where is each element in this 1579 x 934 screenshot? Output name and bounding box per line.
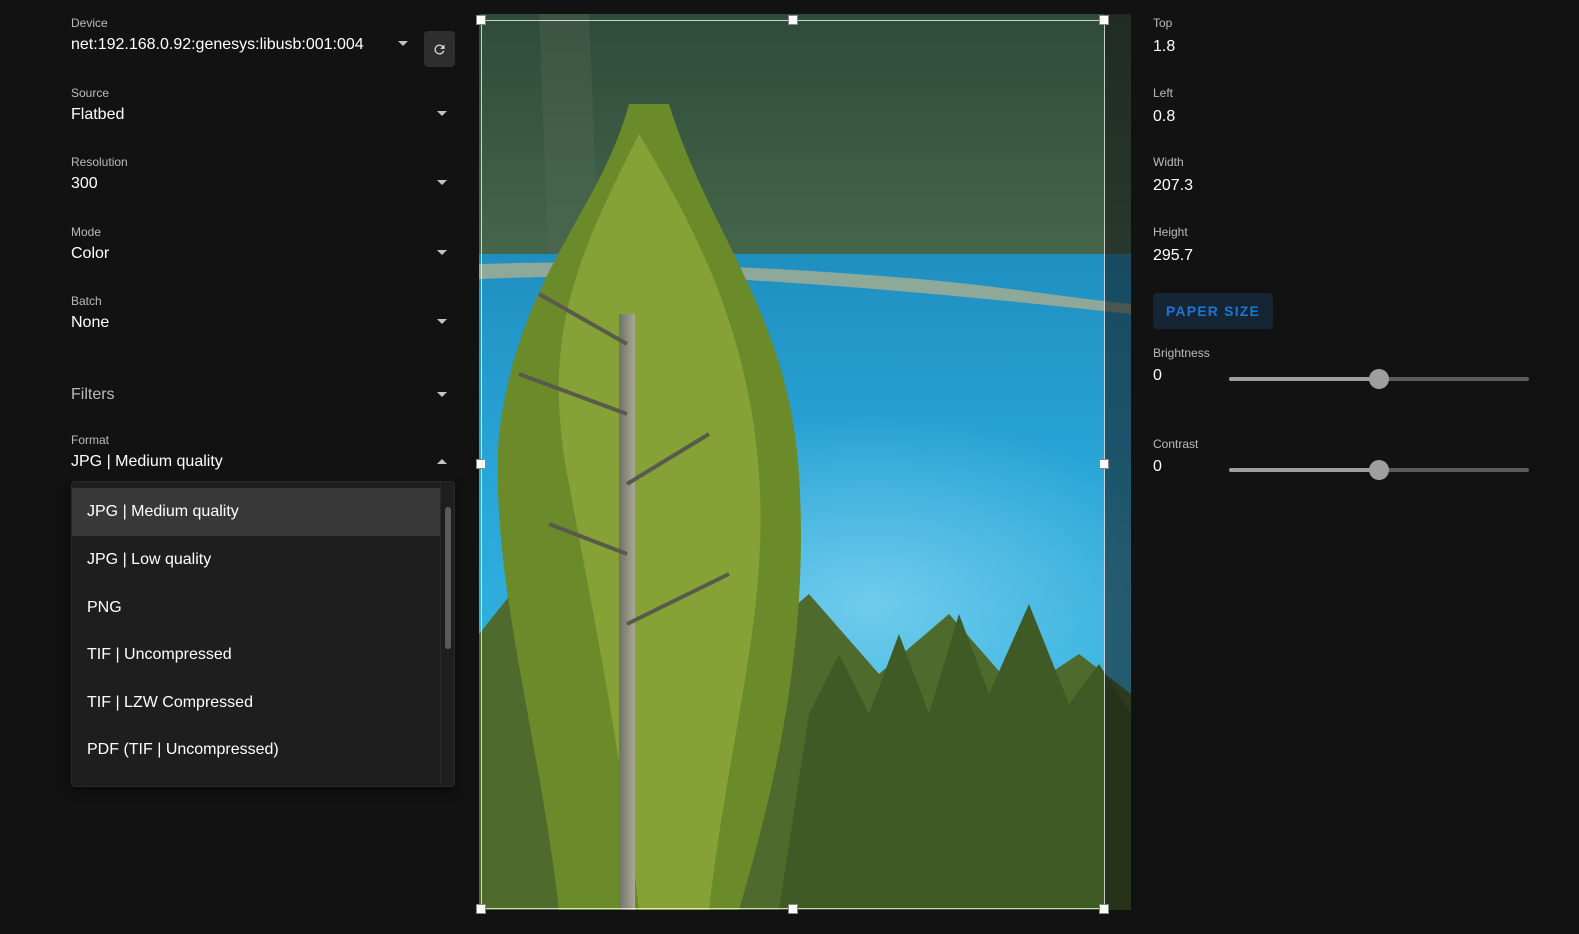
contrast-value: 0: [1153, 458, 1162, 475]
height-field[interactable]: Height 295.7: [1153, 225, 1193, 265]
contrast-thumb[interactable]: [1369, 460, 1389, 480]
crop-handle[interactable]: [476, 15, 486, 25]
device-label: Device: [71, 16, 108, 30]
batch-value: None: [71, 314, 110, 331]
device-select[interactable]: Device net:192.168.0.92:genesys:libusb:0…: [71, 16, 411, 53]
crop-handle[interactable]: [476, 904, 486, 914]
menu-scrollbar[interactable]: [440, 482, 454, 786]
caret-down-icon: [437, 392, 447, 397]
contrast-slider[interactable]: Contrast 0: [1153, 437, 1533, 497]
contrast-label: Contrast: [1153, 437, 1199, 451]
format-label: Format: [71, 433, 110, 447]
contrast-fill: [1229, 468, 1379, 472]
crop-handle[interactable]: [788, 15, 798, 25]
top-label: Top: [1153, 16, 1173, 30]
format-option-label: TIF | LZW Compressed: [87, 694, 253, 711]
crop-handle[interactable]: [788, 904, 798, 914]
caret-down-icon: [437, 111, 447, 116]
width-label: Width: [1153, 155, 1184, 169]
caret-down-icon: [398, 41, 408, 46]
caret-down-icon: [437, 180, 447, 185]
format-option[interactable]: PNG: [72, 584, 441, 632]
left-field[interactable]: Left 0.8: [1153, 86, 1175, 126]
filters-select[interactable]: Filters: [71, 384, 455, 406]
brightness-slider[interactable]: Brightness 0: [1153, 346, 1533, 406]
crop-handle[interactable]: [1099, 15, 1109, 25]
top-value: 1.8: [1153, 38, 1176, 55]
source-select[interactable]: Source Flatbed: [71, 86, 455, 123]
left-value: 0.8: [1153, 108, 1176, 125]
left-label: Left: [1153, 86, 1174, 100]
brightness-fill: [1229, 377, 1379, 381]
crop-handle[interactable]: [476, 459, 486, 469]
resolution-select[interactable]: Resolution 300: [71, 155, 455, 192]
device-value: net:192.168.0.92:genesys:libusb:001:004: [71, 36, 364, 53]
source-value: Flatbed: [71, 106, 125, 123]
crop-handle[interactable]: [1099, 904, 1109, 914]
menu-scrollbar-thumb[interactable]: [445, 507, 451, 649]
format-option[interactable]: TIF | LZW Compressed: [72, 679, 441, 727]
brightness-value: 0: [1153, 367, 1162, 384]
format-option-label: PNG: [87, 599, 122, 616]
format-option[interactable]: JPG | Low quality: [72, 536, 441, 584]
filters-label: Filters: [71, 386, 115, 403]
resolution-label: Resolution: [71, 155, 128, 169]
batch-select[interactable]: Batch None: [71, 294, 455, 331]
refresh-devices-button[interactable]: [424, 31, 455, 67]
resolution-value: 300: [71, 175, 98, 192]
caret-up-icon: [437, 459, 447, 464]
brightness-thumb[interactable]: [1369, 369, 1389, 389]
format-option[interactable]: JPG | Medium quality: [72, 488, 441, 536]
format-option-label: JPG | Medium quality: [87, 503, 239, 520]
batch-label: Batch: [71, 294, 102, 308]
top-field[interactable]: Top 1.8: [1153, 16, 1175, 56]
format-dropdown-menu: JPG | Medium quality JPG | Low quality P…: [71, 481, 455, 787]
format-option-label: PDF (TIF | Uncompressed): [87, 741, 279, 758]
mode-label: Mode: [71, 225, 102, 239]
width-value: 207.3: [1153, 177, 1194, 194]
format-option-label: JPG | Low quality: [87, 551, 212, 568]
format-option[interactable]: TIF | Uncompressed: [72, 631, 441, 679]
height-value: 295.7: [1153, 247, 1194, 264]
caret-down-icon: [437, 250, 447, 255]
brightness-label: Brightness: [1153, 346, 1210, 360]
height-label: Height: [1153, 225, 1188, 239]
width-field[interactable]: Width 207.3: [1153, 155, 1193, 195]
scan-preview[interactable]: [479, 14, 1131, 910]
format-option[interactable]: PDF (TIF | Uncompressed): [72, 726, 441, 774]
caret-down-icon: [437, 319, 447, 324]
crop-handle[interactable]: [1099, 459, 1109, 469]
preview-image: [479, 14, 1131, 910]
format-select[interactable]: Format JPG | Medium quality: [71, 433, 455, 470]
refresh-icon: [434, 43, 445, 54]
source-label: Source: [71, 86, 110, 100]
format-option-label: TIF | Uncompressed: [87, 646, 232, 663]
mode-value: Color: [71, 245, 110, 262]
mode-select[interactable]: Mode Color: [71, 225, 455, 262]
paper-size-button[interactable]: PAPER SIZE: [1153, 293, 1273, 329]
format-value: JPG | Medium quality: [71, 453, 223, 470]
